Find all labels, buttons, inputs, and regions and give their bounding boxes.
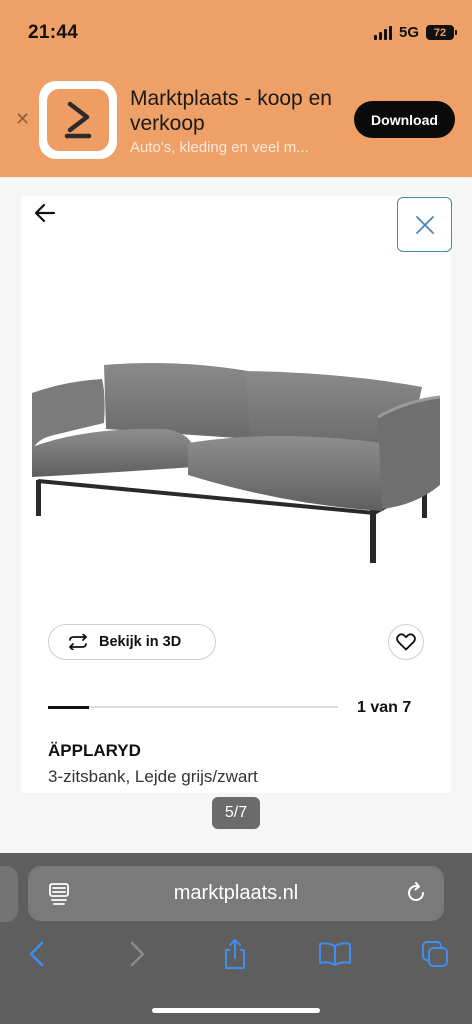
product-description: 3-zitsbank, Lejde grijs/zwart (48, 767, 258, 786)
battery-icon: 72 (426, 25, 457, 40)
download-button[interactable]: Download (354, 101, 455, 138)
browser-forward-icon[interactable] (118, 935, 156, 973)
image-page-count: 1 van 7 (357, 699, 412, 716)
browser-back-icon[interactable] (18, 935, 56, 973)
gallery-counter: 5/7 (212, 797, 260, 829)
share-icon[interactable] (216, 935, 254, 973)
view-3d-label: Bekijk in 3D (99, 634, 182, 650)
rotate-3d-icon (69, 634, 87, 650)
favorite-button[interactable] (388, 624, 424, 660)
page-menu-icon[interactable] (48, 882, 70, 911)
view-3d-button[interactable]: Bekijk in 3D (48, 624, 216, 660)
previous-tab-preview[interactable] (0, 866, 18, 922)
signal-icon (373, 25, 392, 40)
status-time: 21:44 (28, 22, 79, 43)
close-icon (415, 215, 434, 234)
app-subtitle: Auto's, kleding en veel m... (130, 139, 309, 156)
reload-icon[interactable] (404, 881, 428, 910)
image-progress-bar (48, 705, 338, 709)
battery-level: 72 (433, 26, 447, 39)
home-indicator (152, 1008, 320, 1013)
tabs-icon[interactable] (416, 935, 454, 973)
bookmarks-icon[interactable] (316, 935, 354, 973)
product-name: ÄPPLARYD (48, 741, 141, 760)
marktplaats-app-icon[interactable] (39, 81, 117, 159)
image-progress-fill (48, 705, 89, 709)
heart-icon (396, 633, 416, 651)
url-text: marktplaats.nl (173, 882, 299, 904)
product-image[interactable] (26, 355, 446, 570)
network-label: 5G (398, 24, 419, 41)
app-title: Marktplaats - koop en verkoop (130, 87, 332, 135)
back-arrow-icon[interactable] (32, 200, 58, 231)
status-indicators: 5G 72 (373, 24, 457, 41)
address-bar[interactable]: marktplaats.nl (28, 866, 444, 921)
app-banner: 21:44 5G 72 ✕ Marktplaats - koop en verk… (0, 0, 472, 177)
banner-close-icon[interactable]: ✕ (15, 110, 30, 128)
close-button[interactable] (397, 197, 452, 252)
